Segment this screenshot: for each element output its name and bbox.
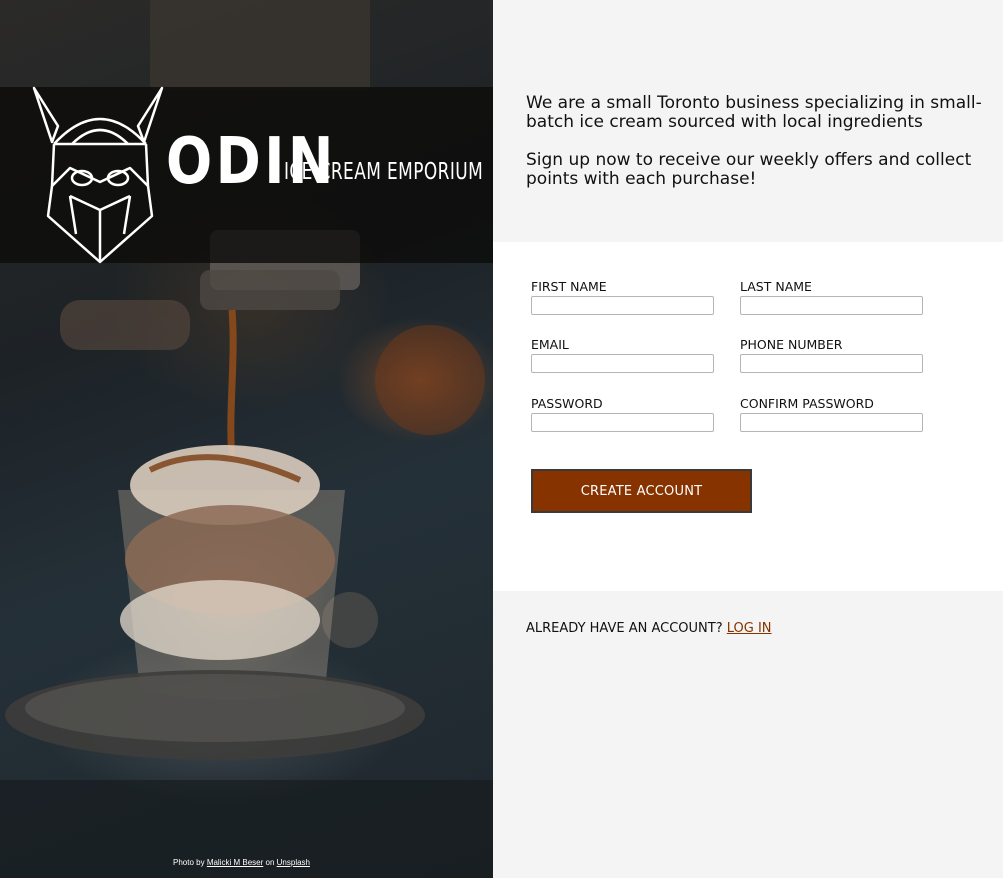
- intro-paragraph-2: Sign up now to receive our weekly offers…: [526, 150, 972, 189]
- last-name-group: LAST NAME: [740, 280, 923, 315]
- credit-source-link[interactable]: Unsplash: [277, 858, 310, 867]
- first-name-group: FIRST NAME: [531, 280, 714, 315]
- password-label: PASSWORD: [531, 396, 603, 411]
- intro-text: We are a small Toronto business speciali…: [526, 94, 996, 189]
- create-account-button[interactable]: CREATE ACCOUNT: [531, 469, 752, 513]
- email-group: EMAIL: [531, 338, 714, 373]
- first-name-label: FIRST NAME: [531, 279, 607, 294]
- brand-tagline: ICE CREAM EMPORIUM: [284, 159, 484, 185]
- login-link[interactable]: LOG IN: [727, 621, 772, 636]
- intro-paragraph-1: We are a small Toronto business speciali…: [526, 93, 982, 132]
- login-prompt: ALREADY HAVE AN ACCOUNT? LOG IN: [526, 621, 772, 636]
- password-group: PASSWORD: [531, 397, 714, 432]
- confirm-password-group: CONFIRM PASSWORD: [740, 397, 923, 432]
- credit-prefix: Photo by: [173, 858, 205, 867]
- email-input[interactable]: [531, 354, 714, 373]
- credit-author-link[interactable]: Malicki M Beser: [207, 858, 263, 867]
- phone-group: PHONE NUMBER: [740, 338, 923, 373]
- email-label: EMAIL: [531, 337, 569, 352]
- password-input[interactable]: [531, 413, 714, 432]
- login-prompt-text: ALREADY HAVE AN ACCOUNT?: [526, 621, 723, 636]
- confirm-password-label: CONFIRM PASSWORD: [740, 396, 874, 411]
- last-name-label: LAST NAME: [740, 279, 812, 294]
- signup-form: FIRST NAME LAST NAME EMAIL PHONE NUMBER …: [493, 242, 1003, 591]
- photo-credit: Photo by Malicki M Beser on Unsplash: [173, 858, 310, 867]
- phone-label: PHONE NUMBER: [740, 337, 843, 352]
- viking-helmet-icon: [32, 86, 164, 264]
- confirm-password-input[interactable]: [740, 413, 923, 432]
- credit-mid: on: [265, 858, 275, 867]
- first-name-input[interactable]: [531, 296, 714, 315]
- phone-input[interactable]: [740, 354, 923, 373]
- last-name-input[interactable]: [740, 296, 923, 315]
- hero-photo: ODIN ICE CREAM EMPORIUM Photo by Malicki…: [0, 0, 493, 878]
